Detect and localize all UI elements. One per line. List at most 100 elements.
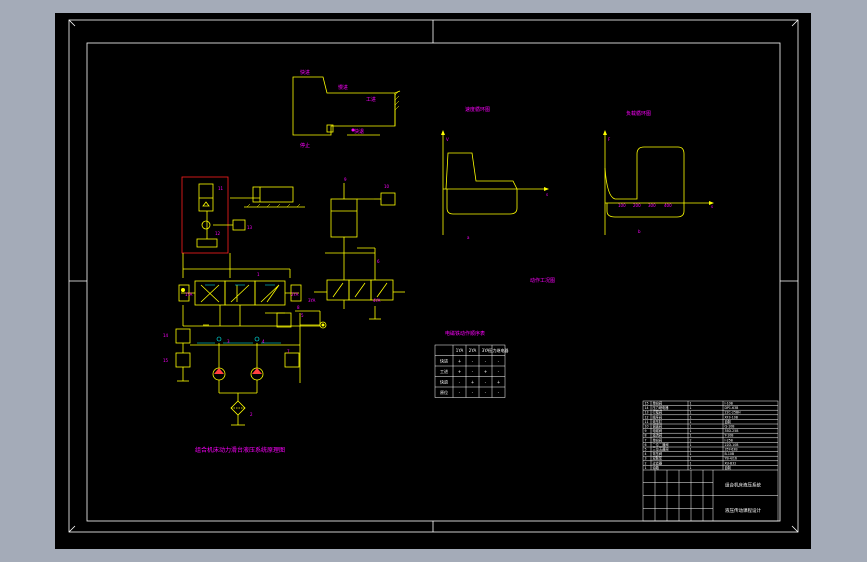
parts-list-cell: 1 [645,466,647,470]
parts-list-cell: 溢流阀 [653,433,663,438]
main-directional-valve [194,280,286,306]
parts-list-cell: 1 [690,429,692,433]
circuit-labels: 1YA 2YA 3YA 4YA 1 2 3 4 5 6 7 8 9 10 11 … [163,177,390,454]
label-work-feed: 工进 [366,96,376,103]
action-table-header: 2YA [469,348,477,353]
action-table-cell: 快进 [440,357,448,363]
action-table-header: 1YA [456,348,464,353]
speed-chart-ylabel: V [446,137,449,142]
parts-list-cell: 三位五通阀 [653,447,669,452]
label-fast-return: 快退 [354,128,364,135]
action-table-cell: - [485,390,487,395]
parts-list-cell: 1 [690,425,692,429]
cad-viewport[interactable]: 快进 慢进 工进 快退 停止 速度循环图 V s a 负载循环图 F s 100 [55,13,811,549]
action-table: 电磁铁动作顺序表 1YA 2YA 3YA 压力继电器快进 + - - -工进 + - + -快退 - + -… [434,330,509,398]
parts-list-cell: 14 [645,406,649,410]
speed-chart: 速度循环图 V s a [441,106,549,240]
school-name: 液压传动课程设计 [725,507,761,514]
parts-list-cell: 自制 [725,465,731,470]
parts-list-cell: YB-4/16 [725,457,737,461]
component-number-5: 5 [301,313,304,318]
speed-chart-xlabel: s [546,192,548,197]
parts-list-cell: 2 [690,438,692,442]
action-table-cell: 快退 [440,378,448,384]
parts-list-cell: 1 [690,406,692,410]
action-table-cell: - [472,369,474,374]
drawing-canvas: 快进 慢进 工进 快退 停止 速度循环图 V s a 负载循环图 F s 100 [68,19,799,533]
parts-list-cell: 15 [645,402,649,406]
label-2ya: 2YA [291,292,299,297]
action-table-cell: + [471,379,474,384]
parts-list-cell: 5 [645,448,647,452]
action-table-cell: - [472,358,474,363]
working-diagram-title: 动作工况图 [530,277,555,284]
action-table-cell: + [458,358,461,363]
parts-list-cell: 单向阀 [653,437,663,442]
work-cycle-labels: 快进 慢进 工进 快退 停止 [300,69,376,149]
parts-list-cell: 7 [645,438,647,442]
speed-chart-title: 速度循环图 [465,106,490,113]
parts-list-cell: 压力继电器 [653,405,670,410]
hydraulic-circuit [175,176,405,426]
secondary-directional-valve [326,279,394,301]
parts-list-cell: 过滤器 [653,460,663,465]
circuit-title: 组合机床动力滑台液压系统原理图 [195,446,285,454]
parts-list-cell: Q-10B [725,425,735,429]
parts-list-cell: 二位二通阀 [653,442,669,447]
action-table-cell: - [485,358,487,363]
component-number-11: 11 [218,186,224,191]
parts-list-cell: 液压缸 [653,419,663,424]
parts-list-cell: B-10B [725,452,735,456]
component-number-8: 8 [297,305,300,310]
parts-list-cell: 10 [645,425,649,429]
parts-list-cell: 1 [690,452,692,456]
parts-list-cell: 背压阀 [653,451,663,456]
parts-list-cell: I-10B [725,402,733,406]
parts-list-cell: 22D-10B [725,443,739,447]
component-number-13: 13 [247,225,253,230]
parts-list-cell: 1 [690,411,692,415]
action-table-cell: 原位 [440,389,448,395]
parts-list-cell: 1 [690,457,692,461]
load-chart-tick-4: 400 [664,203,672,208]
component-number-9: 9 [344,177,347,182]
parts-list-cell: 13 [645,411,649,415]
parts-list-cell: Y-10B [725,434,734,438]
parts-list-cell: 3 [645,457,647,461]
parts-list-cell: 22C-25BH [725,411,742,415]
parts-list-cell: 1 [690,461,692,465]
parts-list-cell: 调速阀 [653,424,663,429]
parts-list-cell: 电磁阀 [653,428,663,433]
speed-curve [445,152,518,215]
parts-list-cell: 1 [690,402,692,406]
parts-list-cell: XU-B32 [725,461,737,465]
parts-list-cell: 双联泵 [653,456,663,461]
load-chart-xlabel: s [711,204,713,209]
parts-list-cell: 11 [645,420,649,424]
component-number-12: 12 [215,231,221,236]
speed-chart-caption: a [467,235,470,240]
parts-list-cell: 9 [645,429,647,433]
parts-list-cell: 1 [690,443,692,447]
action-table-cell: 工进 [440,368,448,374]
component-number-10: 10 [384,184,390,189]
oil-filter [230,400,246,416]
action-table-cell: - [459,390,461,395]
parts-list-cell: 行程阀 [653,410,663,415]
parts-list-cell: 1 [690,415,692,419]
main-cylinder [252,186,294,203]
parts-list-cell: 1 [690,448,692,452]
action-table-cell: - [472,390,474,395]
load-chart: 负载循环图 F s 100 200 300 400 b [603,110,714,235]
action-table-cell: - [498,390,500,395]
action-table-cell: + [458,369,461,374]
label-fast-forward: 快进 [300,69,310,76]
component-number-15: 15 [163,358,169,363]
component-number-6: 6 [377,259,380,264]
parts-list-cell: 顺序阀 [653,414,663,419]
action-table-cell: - [485,379,487,384]
parts-list-cell: XF3-10B [725,415,738,419]
parts-list-cell: I-25B [725,438,733,442]
action-table-header: 压力继电器 [489,347,509,353]
load-chart-tick-2: 200 [633,203,641,208]
